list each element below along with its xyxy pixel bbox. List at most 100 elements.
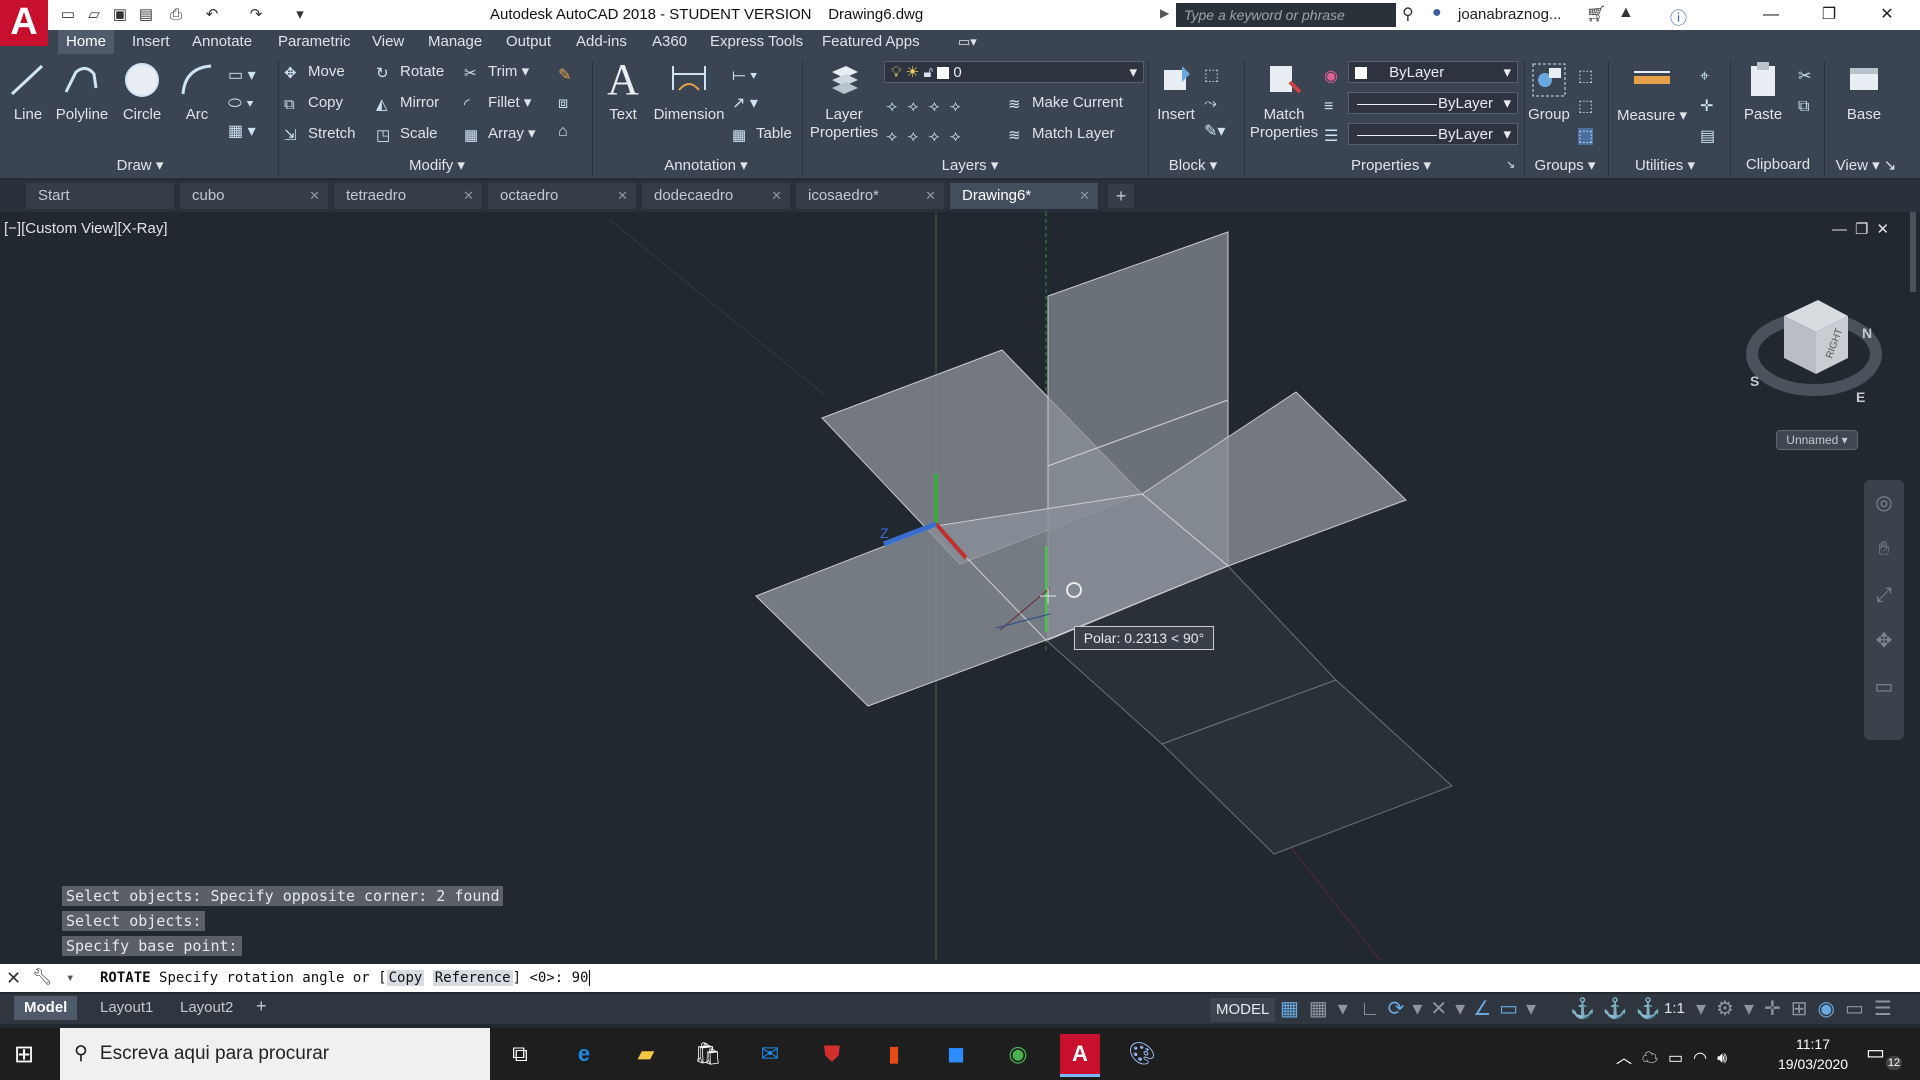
tab-insert[interactable]: Insert [124,30,178,54]
dimension-button[interactable]: Dimension [652,60,726,123]
reference-option[interactable]: Reference [432,970,513,986]
office-icon[interactable]: ▮ [874,1034,914,1074]
chrome-icon[interactable]: ◉ [998,1034,1038,1074]
autocad-taskbar-icon[interactable]: A [1060,1034,1100,1077]
steering-wheel-icon[interactable]: ◎ [1864,480,1904,526]
line-button[interactable]: Line [6,60,50,123]
close-tab-icon[interactable]: ✕ [925,183,936,209]
close-tab-icon[interactable]: ✕ [463,183,474,209]
add-layout-button[interactable]: + [256,996,267,1017]
tab-parametric[interactable]: Parametric [270,30,359,54]
zoom-app-icon[interactable]: ◼ [936,1034,976,1074]
close-command-line-icon[interactable]: ✕ [6,964,21,992]
array-button[interactable]: ▦ Array ▾ [464,123,536,145]
keyword-search-input[interactable]: Type a keyword or phrase [1176,3,1396,27]
close-tab-icon[interactable]: ✕ [309,183,320,209]
base-view-button[interactable]: Base [1836,60,1892,123]
taskbar-clock[interactable]: 11:17 19/03/2020 [1778,1034,1848,1074]
annotation-scale-icon[interactable]: ⚓⚓⚓ [1570,996,1669,1021]
block-tools-icon[interactable]: ⬚ ⤳ ✎▾ [1204,62,1225,146]
qat-customize-icon[interactable]: ▾ [288,4,312,26]
file-tab-start[interactable]: Start [26,183,174,209]
plot-icon[interactable]: ⎙ [164,4,188,26]
grid-icon[interactable]: ▦▦▾ [1280,996,1358,1021]
tab-manage[interactable]: Manage [420,30,490,54]
file-tab-drawing6[interactable]: Drawing6* ✕ [950,183,1098,209]
file-tab-icosaedro[interactable]: icosaedro* ✕ [796,183,944,209]
user-icon[interactable]: ● [1432,4,1452,26]
file-tab-octaedro[interactable]: octaedro ✕ [488,183,636,209]
exchange-icon[interactable]: ▲ [1618,4,1634,22]
groups-panel-title[interactable]: Groups ▾ [1526,156,1604,176]
group-tools-icon[interactable]: ⬚ ⬚ ⬚ [1578,62,1594,152]
tab-annotate[interactable]: Annotate [184,30,260,54]
compass-north[interactable]: N [1862,325,1872,341]
named-view-dropdown[interactable]: Unnamed ▾ [1776,430,1858,450]
arc-button[interactable]: Arc [176,60,218,123]
workspace-gear-icon[interactable]: ▾⚙▾✛⊞◉▭☰ [1696,996,1902,1021]
insert-block-button[interactable]: Insert [1150,60,1202,123]
close-tab-icon[interactable]: ✕ [617,183,628,209]
group-button[interactable]: Group [1526,60,1572,123]
layer-tools-icon[interactable]: ⟢⟢⟢⟢ ⟢⟢⟢⟢ [886,92,970,152]
tab-output[interactable]: Output [498,30,559,54]
mail-icon[interactable]: ✉ [750,1034,790,1074]
viewcube[interactable]: RIGHT N S E [1744,286,1884,416]
copy-option[interactable]: Copy [386,970,425,986]
polyline-button[interactable]: Polyline [52,60,112,123]
layout-tab-layout2[interactable]: Layout2 [170,996,243,1020]
tab-addins[interactable]: Add-ins [568,30,635,54]
open-file-icon[interactable]: ▱ [82,4,106,26]
file-tab-cubo[interactable]: cubo ✕ [180,183,328,209]
command-line[interactable]: ✕ 🔧︎ ▾ ROTATE Specify rotation angle or … [0,964,1920,992]
task-view-icon[interactable]: ⧉ [500,1034,540,1074]
annotation-panel-title[interactable]: Annotation ▾ [646,156,766,176]
layer-properties-button[interactable]: Layer Properties [806,60,882,142]
move-button[interactable]: ✥ Move [284,61,345,83]
binoculars-icon[interactable]: ⚲ [1402,4,1424,26]
close-tab-icon[interactable]: ✕ [771,183,782,209]
file-explorer-icon[interactable]: ▰ [626,1034,666,1074]
close-tab-icon[interactable]: ✕ [1079,183,1090,209]
system-tray-icons[interactable]: ︿☁▭◠🔊︎ [1616,1044,1737,1068]
match-layer-button[interactable]: ≋ Match Layer [1008,123,1115,145]
edge-browser-icon[interactable]: e [564,1034,604,1074]
linetype-dropdown[interactable]: ByLayer ▾ [1348,92,1518,114]
make-current-button[interactable]: ≋ Make Current [1008,92,1123,114]
paint-icon[interactable]: 🎨︎ [1122,1034,1162,1074]
help-icon[interactable]: ⓘ [1670,4,1687,29]
save-as-icon[interactable]: ▤ [134,4,158,26]
scale-button[interactable]: ◳ Scale [376,123,438,145]
new-tab-button[interactable]: + [1108,184,1134,208]
windows-start-icon[interactable]: ⊞ [14,1040,34,1069]
utilities-panel-title[interactable]: Utilities ▾ [1620,156,1710,176]
customize-wrench-icon[interactable]: 🔧︎ [32,964,52,992]
text-button[interactable]: A Text [598,58,648,124]
tab-view[interactable]: View [364,30,412,54]
lineweight-dropdown[interactable]: ByLayer ▾ [1348,123,1518,145]
zoom-extents-icon[interactable]: ⤢ [1864,572,1904,618]
layers-panel-title[interactable]: Layers ▾ [920,156,1020,176]
block-panel-title[interactable]: Block ▾ [1158,156,1228,176]
dialog-launcher-icon[interactable]: ↘ [1506,158,1515,171]
user-name[interactable]: joanabraznog... [1458,6,1561,23]
view-panel-title[interactable]: View ▾ ↘ [1826,156,1906,176]
redo-icon[interactable]: ↷ [244,4,268,26]
notification-center-icon[interactable]: ▭ [1866,1040,1885,1065]
mirror-button[interactable]: ◭ Mirror [376,92,439,114]
undo-icon[interactable]: ↶ [200,4,224,26]
tab-express-tools[interactable]: Express Tools [702,30,811,54]
fillet-button[interactable]: ◜ Fillet ▾ [464,92,531,114]
circle-button[interactable]: Circle [118,60,166,123]
tab-home[interactable]: Home [58,30,115,54]
layout-tab-layout1[interactable]: Layout1 [90,996,163,1020]
layer-dropdown[interactable]: 💡︎ ☀ 🔓︎ 0 ▾ [884,61,1144,83]
compass-south[interactable]: S [1750,373,1759,389]
match-properties-button[interactable]: Match Properties [1246,60,1322,142]
copy-button[interactable]: ⧉ Copy [284,92,343,114]
annotation-scale-value[interactable]: 1:1 [1664,1000,1685,1017]
color-wheel-icon[interactable]: ◉ ≡ ☰ [1324,62,1338,152]
properties-panel-title[interactable]: Properties ▾ [1326,156,1456,176]
taskbar-search-box[interactable]: ⚲ Escreva aqui para procurar [60,1028,490,1080]
new-file-icon[interactable]: ▭ [56,4,80,26]
